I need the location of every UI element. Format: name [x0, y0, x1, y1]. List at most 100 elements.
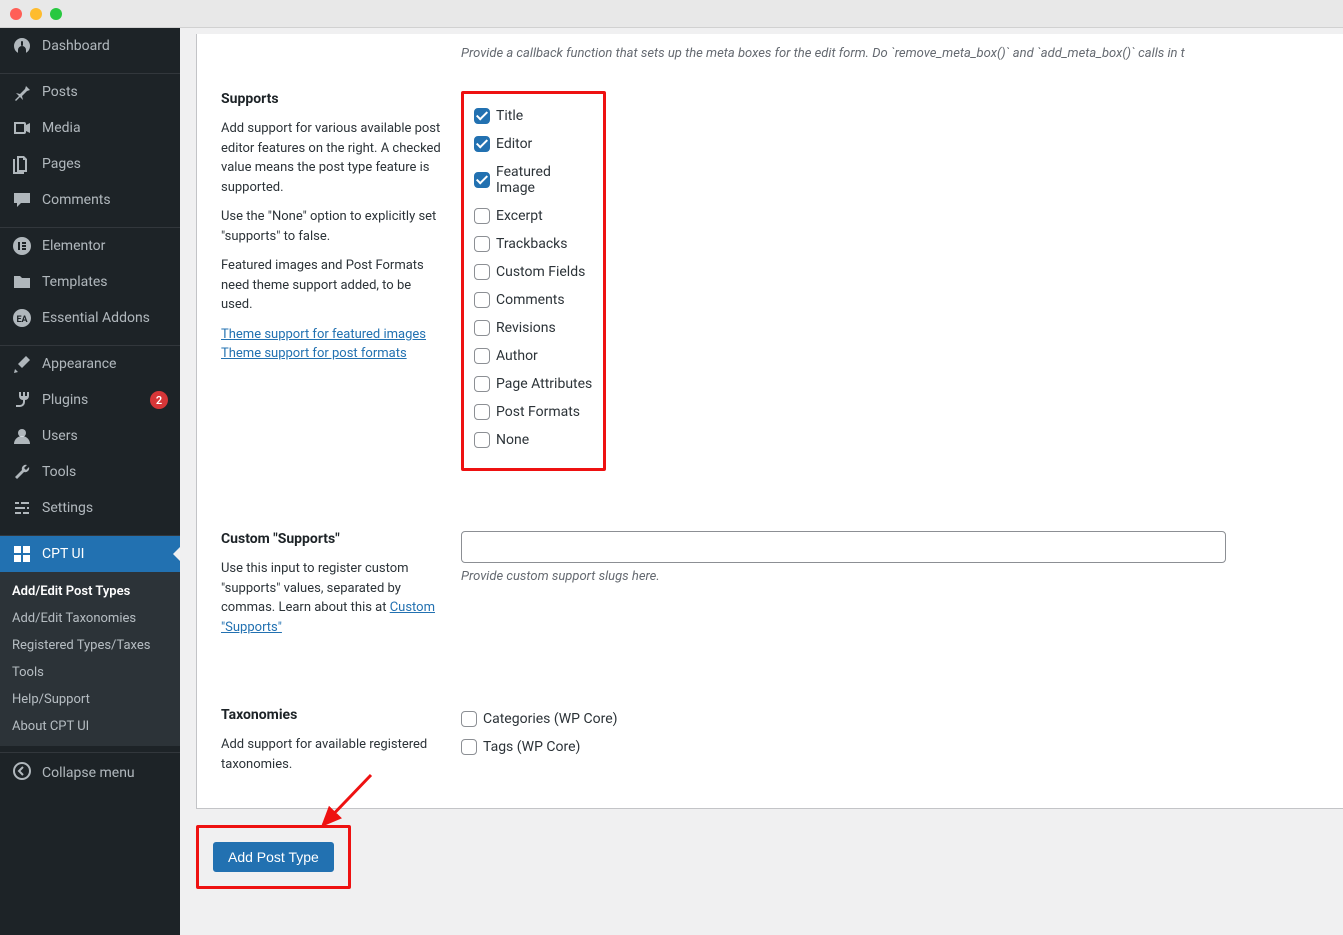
taxonomy-checkbox[interactable]: [461, 711, 477, 727]
submenu-item[interactable]: Registered Types/Taxes: [0, 632, 180, 659]
sidebar-item-label: Elementor: [42, 238, 168, 254]
supports-option[interactable]: Trackbacks: [474, 236, 593, 252]
cpt-icon: [12, 544, 32, 564]
supports-checkbox[interactable]: [474, 348, 490, 364]
taxonomy-option[interactable]: Categories (WP Core): [461, 711, 1319, 727]
admin-sidebar: Dashboard Posts Media PagesComments Elemento…: [0, 28, 180, 935]
supports-heading: Supports: [221, 91, 441, 107]
supports-checkbox[interactable]: [474, 292, 490, 308]
supports-label: Featured Image: [496, 164, 593, 196]
supports-option[interactable]: Editor: [474, 136, 593, 152]
sidebar-item-plugins[interactable]: Plugins2: [0, 382, 180, 418]
supports-checkbox[interactable]: [474, 172, 490, 188]
add-post-type-button[interactable]: Add Post Type: [213, 842, 334, 872]
custom-supports-desc: Use this input to register custom "suppo…: [221, 559, 441, 637]
sidebar-item-cptui[interactable]: CPT UI: [0, 536, 180, 572]
supports-checkbox[interactable]: [474, 264, 490, 280]
supports-option[interactable]: Author: [474, 348, 593, 364]
sidebar-item-media[interactable]: Media: [0, 110, 180, 146]
submenu-item[interactable]: Tools: [0, 659, 180, 686]
supports-checkbox[interactable]: [474, 208, 490, 224]
sidebar-item-elementor[interactable]: Elementor: [0, 228, 180, 264]
window-close-icon[interactable]: [10, 8, 22, 20]
custom-supports-input[interactable]: [461, 531, 1226, 563]
custom-supports-desc-text: Use this input to register custom "suppo…: [221, 561, 409, 615]
supports-checkbox[interactable]: [474, 136, 490, 152]
supports-checkbox[interactable]: [474, 376, 490, 392]
sliders-icon: [12, 498, 32, 518]
taxonomy-checkbox[interactable]: [461, 739, 477, 755]
supports-checkbox[interactable]: [474, 320, 490, 336]
supports-label: Trackbacks: [496, 236, 567, 252]
theme-support-featured-link[interactable]: Theme support for featured images: [221, 327, 426, 342]
supports-option[interactable]: Excerpt: [474, 208, 593, 224]
sidebar-item-pages[interactable]: Pages: [0, 146, 180, 182]
custom-supports-hint: Provide custom support slugs here.: [461, 569, 1319, 584]
supports-option[interactable]: Post Formats: [474, 404, 593, 420]
supports-option[interactable]: None: [474, 432, 593, 448]
supports-label: Author: [496, 348, 538, 364]
supports-options-highlight: Title Editor Featured Image Excerpt Trackbac…: [461, 91, 606, 471]
supports-checkbox[interactable]: [474, 404, 490, 420]
folder-icon: [12, 272, 32, 292]
sidebar-item-users[interactable]: Users: [0, 418, 180, 454]
submenu-item[interactable]: Add/Edit Taxonomies: [0, 605, 180, 632]
sidebar-item-label: Users: [42, 428, 168, 444]
supports-label: Editor: [496, 136, 532, 152]
sidebar-item-essential[interactable]: EAEssential Addons: [0, 300, 180, 336]
supports-label: None: [496, 432, 529, 448]
window-minimize-icon[interactable]: [30, 8, 42, 20]
supports-label: Custom Fields: [496, 264, 585, 280]
supports-option[interactable]: Featured Image: [474, 164, 593, 196]
supports-option[interactable]: Page Attributes: [474, 376, 593, 392]
sidebar-item-label: Settings: [42, 500, 168, 516]
wrench-icon: [12, 462, 32, 482]
collapse-icon: [12, 761, 32, 785]
sidebar-item-comments[interactable]: Comments: [0, 182, 180, 218]
supports-option[interactable]: Title: [474, 108, 593, 124]
supports-checkbox[interactable]: [474, 236, 490, 252]
sidebar-item-settings[interactable]: Settings: [0, 490, 180, 526]
sidebar-item-label: Media: [42, 120, 168, 136]
sidebar-item-tools[interactable]: Tools: [0, 454, 180, 490]
submenu-item[interactable]: Help/Support: [0, 686, 180, 713]
supports-desc-1: Add support for various available post e…: [221, 119, 441, 197]
theme-support-post-formats-link[interactable]: Theme support for post formats: [221, 346, 407, 361]
main-content: Provide a callback function that sets up…: [180, 28, 1343, 935]
sidebar-item-dashboard[interactable]: Dashboard: [0, 28, 180, 64]
user-icon: [12, 426, 32, 446]
supports-label: Revisions: [496, 320, 556, 336]
collapse-menu-button[interactable]: Collapse menu: [0, 752, 180, 793]
supports-label: Excerpt: [496, 208, 543, 224]
taxonomies-desc: Add support for available registered tax…: [221, 735, 441, 774]
sidebar-item-posts[interactable]: Posts: [0, 74, 180, 110]
supports-desc-3: Featured images and Post Formats need th…: [221, 256, 441, 315]
dashboard-icon: [12, 36, 32, 56]
taxonomy-label: Tags (WP Core): [483, 739, 580, 755]
supports-label: Page Attributes: [496, 376, 592, 392]
sidebar-item-appearance[interactable]: Appearance: [0, 346, 180, 382]
update-badge: 2: [150, 391, 168, 409]
taxonomies-heading: Taxonomies: [221, 707, 441, 723]
supports-option[interactable]: Comments: [474, 292, 593, 308]
supports-checkbox[interactable]: [474, 432, 490, 448]
media-icon: [12, 118, 32, 138]
sidebar-item-label: Essential Addons: [42, 310, 168, 326]
sidebar-item-label: Posts: [42, 84, 168, 100]
submenu-item[interactable]: About CPT UI: [0, 713, 180, 740]
submit-highlight: Add Post Type: [196, 825, 351, 889]
supports-checkbox[interactable]: [474, 108, 490, 124]
submenu-item[interactable]: Add/Edit Post Types: [0, 578, 180, 605]
sidebar-item-templates[interactable]: Templates: [0, 264, 180, 300]
sidebar-item-label: CPT UI: [42, 546, 168, 562]
window-zoom-icon[interactable]: [50, 8, 62, 20]
pages-icon: [12, 154, 32, 174]
meta-box-callback-hint: Provide a callback function that sets up…: [461, 34, 1343, 61]
sidebar-item-label: Appearance: [42, 356, 168, 372]
taxonomy-option[interactable]: Tags (WP Core): [461, 739, 1319, 755]
supports-option[interactable]: Revisions: [474, 320, 593, 336]
sidebar-item-label: Dashboard: [42, 38, 168, 54]
supports-option[interactable]: Custom Fields: [474, 264, 593, 280]
elementor-icon: [12, 236, 32, 256]
supports-label: Post Formats: [496, 404, 580, 420]
